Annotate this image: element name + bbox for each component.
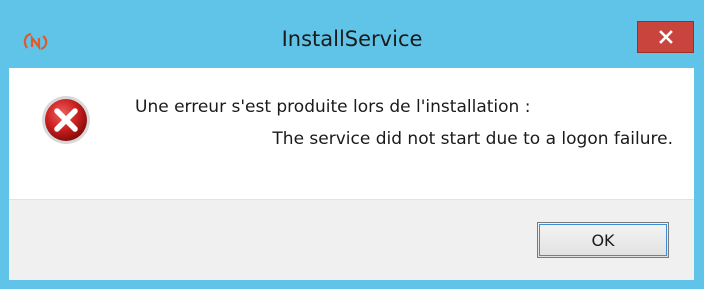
button-bar: OK [9,199,694,280]
window-title: InstallService [281,27,423,51]
dialog-window: InstallService Une erreur s'est produite… [0,0,704,289]
error-icon [42,96,90,144]
error-message-line2: The service did not start due to a logon… [272,129,673,149]
dialog-body: Une erreur s'est produite lors de l'inst… [9,68,694,280]
close-button[interactable] [637,21,694,53]
ok-button[interactable]: OK [537,222,669,258]
message-area: Une erreur s'est produite lors de l'inst… [9,68,694,199]
close-icon [658,30,673,44]
error-message-line1: Une erreur s'est produite lors de l'inst… [135,97,531,117]
title-bar[interactable]: InstallService [0,0,704,68]
